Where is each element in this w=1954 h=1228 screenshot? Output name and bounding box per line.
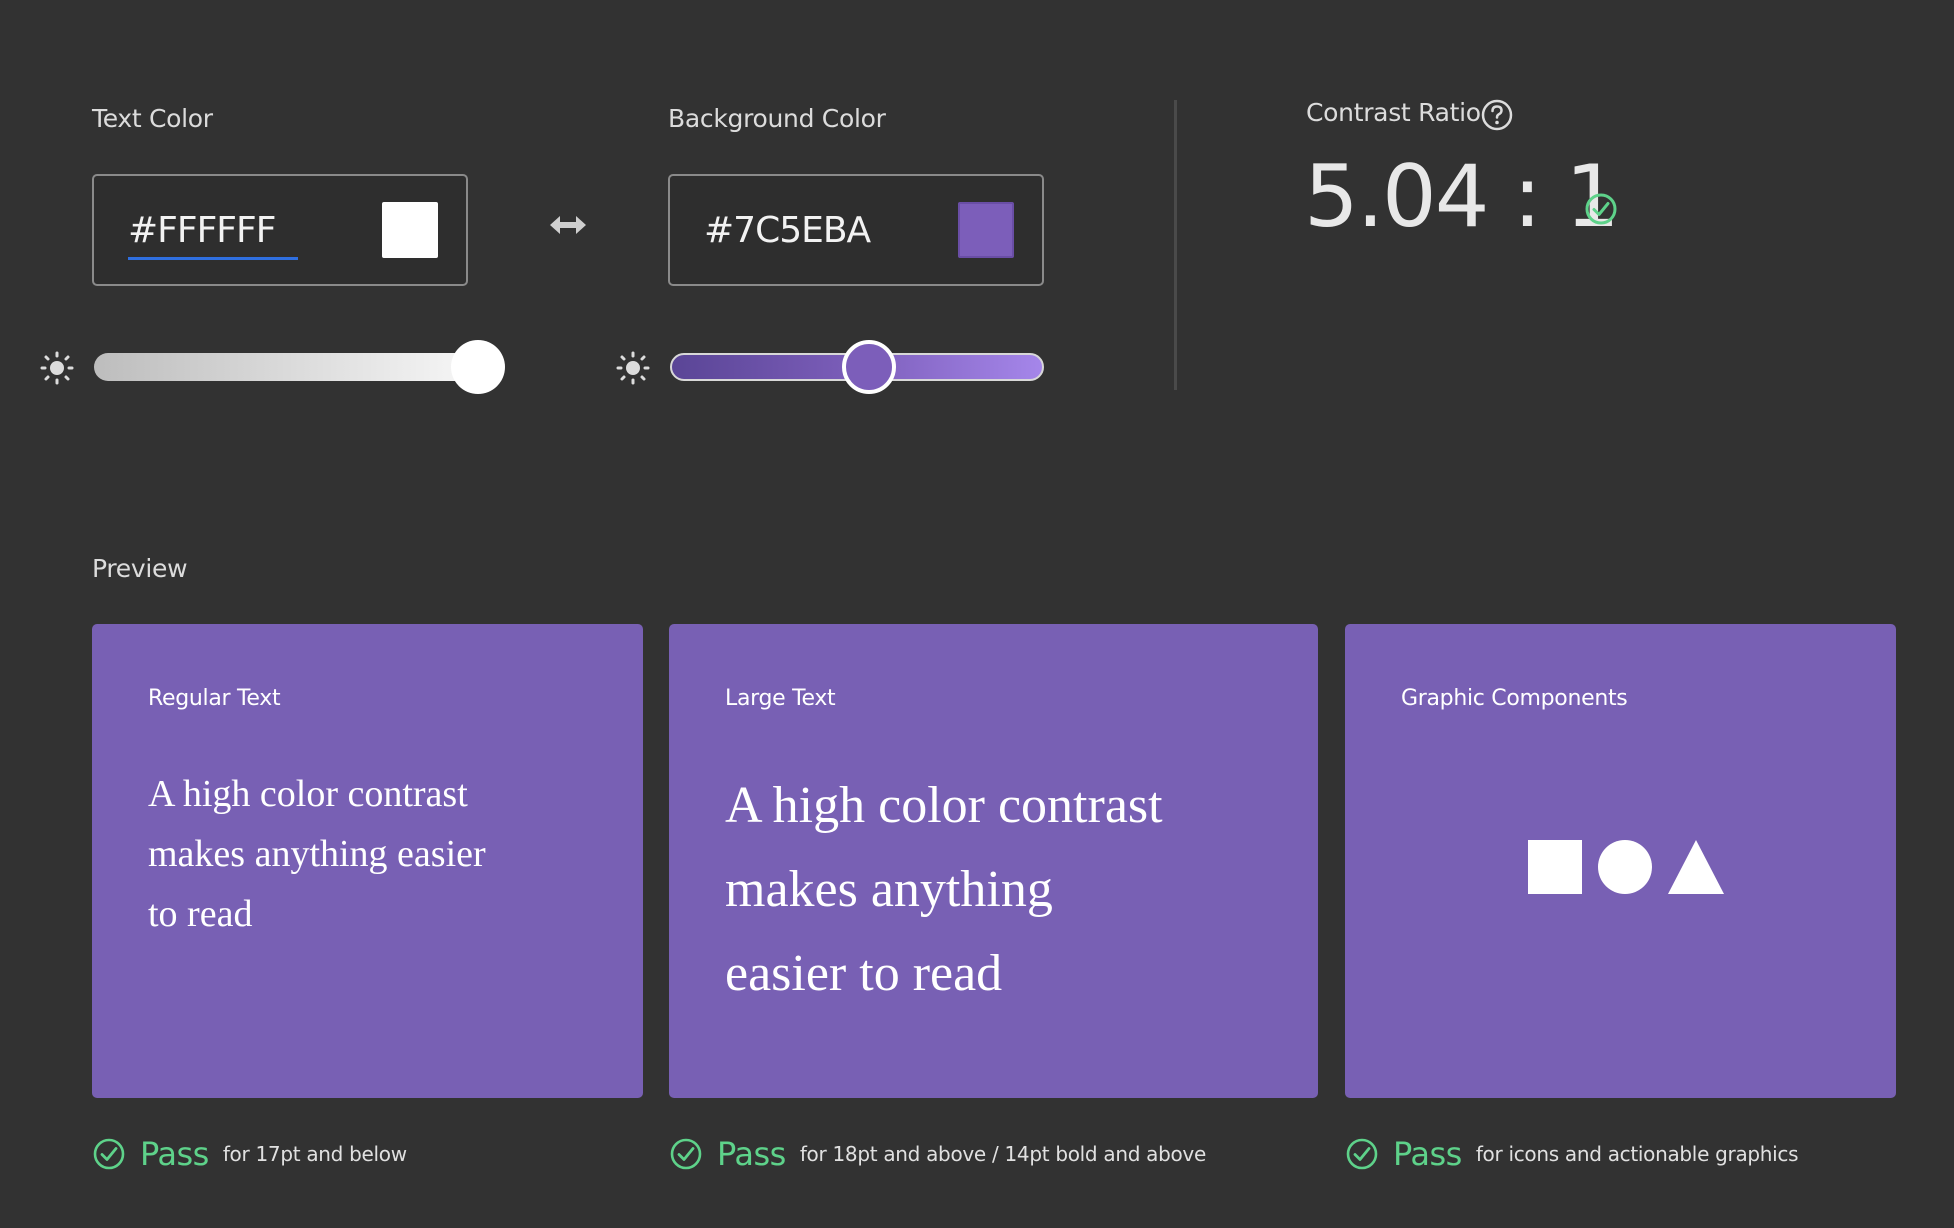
preview-line: A high color contrast xyxy=(148,773,468,815)
pass-description: for 18pt and above / 14pt bold and above xyxy=(799,1142,1206,1166)
regular-text-result: Pass for 17pt and below xyxy=(92,1132,407,1176)
large-preview-text: A high color contrast makes anything eas… xyxy=(725,764,1163,1016)
regular-text-card: Regular Text A high color contrast makes… xyxy=(92,624,643,1098)
check-circle-icon xyxy=(670,1138,702,1170)
question-circle-icon[interactable] xyxy=(1480,98,1514,132)
text-brightness-thumb[interactable] xyxy=(451,340,505,394)
text-color-swatch[interactable] xyxy=(382,202,438,258)
check-circle-icon xyxy=(1585,193,1617,225)
text-brightness-slider[interactable] xyxy=(94,353,500,381)
preview-line: easier to read xyxy=(725,945,1003,1002)
pass-status: Pass xyxy=(717,1135,786,1173)
background-color-swatch[interactable] xyxy=(958,202,1014,258)
background-color-field[interactable] xyxy=(668,174,1044,286)
contrast-ratio-label: Contrast Ratio xyxy=(1306,98,1481,127)
preview-label: Preview xyxy=(92,554,188,583)
check-circle-icon xyxy=(93,1138,125,1170)
swap-arrows-icon[interactable] xyxy=(546,210,590,240)
triangle-icon xyxy=(1668,840,1724,894)
section-divider xyxy=(1174,100,1177,390)
sun-brightness-icon xyxy=(40,351,74,385)
background-brightness-thumb[interactable] xyxy=(842,340,896,394)
pass-description: for icons and actionable graphics xyxy=(1475,1142,1799,1166)
preview-line: A high color contrast xyxy=(725,777,1163,834)
pass-status: Pass xyxy=(140,1135,209,1173)
large-text-card: Large Text A high color contrast makes a… xyxy=(669,624,1318,1098)
preview-line: to read xyxy=(148,893,253,935)
sun-brightness-icon xyxy=(616,351,650,385)
check-circle-icon xyxy=(1346,1138,1378,1170)
text-color-field[interactable] xyxy=(92,174,468,286)
regular-preview-text: A high color contrast makes anything eas… xyxy=(148,764,486,944)
card-title: Graphic Components xyxy=(1401,686,1628,711)
square-icon xyxy=(1528,840,1582,894)
large-text-result: Pass for 18pt and above / 14pt bold and … xyxy=(669,1132,1206,1176)
background-color-label: Background Color xyxy=(668,104,886,133)
preview-line: makes anything xyxy=(725,861,1053,918)
graphic-components-result: Pass for icons and actionable graphics xyxy=(1345,1132,1799,1176)
contrast-ratio-value: 5.04 : 1 xyxy=(1304,147,1620,247)
text-color-hex-input[interactable] xyxy=(128,210,298,260)
card-title: Regular Text xyxy=(148,686,281,711)
background-color-hex-input[interactable] xyxy=(704,210,874,257)
graphic-components-card: Graphic Components xyxy=(1345,624,1896,1098)
pass-status: Pass xyxy=(1393,1135,1462,1173)
text-color-label: Text Color xyxy=(92,104,213,133)
card-title: Large Text xyxy=(725,686,836,711)
preview-line: makes anything easier xyxy=(148,833,486,875)
circle-icon xyxy=(1598,840,1652,894)
pass-description: for 17pt and below xyxy=(222,1142,407,1166)
